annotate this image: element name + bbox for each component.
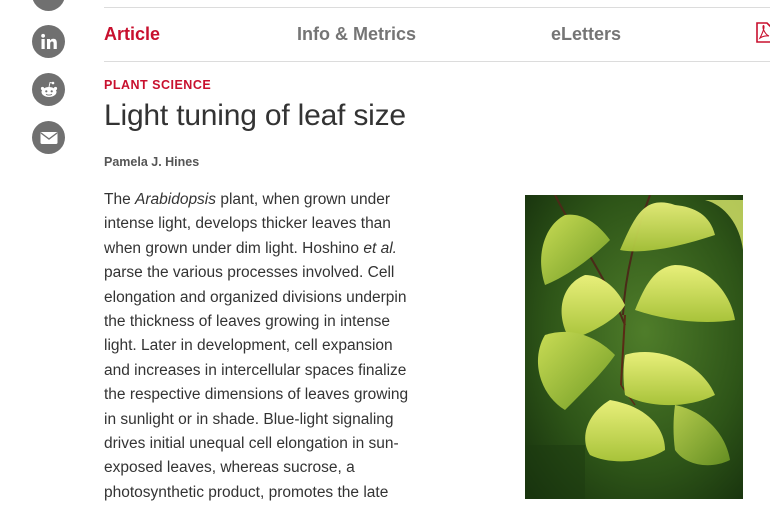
ginkgo-leaves-image[interactable] — [525, 195, 743, 499]
body-line: The Arabidopsis plant, when grown under — [104, 188, 424, 212]
share-button[interactable] — [32, 0, 65, 11]
body-text: drives initial unequal cell elongation i… — [104, 435, 399, 453]
body-line: light. Later in development, cell expans… — [104, 334, 424, 358]
email-icon — [40, 131, 58, 145]
body-line: the respective dimensions of leaves grow… — [104, 383, 424, 407]
italic-text: Arabidopsis — [135, 191, 217, 208]
body-line: elongation and organized divisions under… — [104, 286, 424, 310]
body-line: the thickness of leaves growing in inten… — [104, 310, 424, 334]
body-text: and increases in intercellular spaces fi… — [104, 361, 407, 379]
body-text: plant, when grown under — [216, 191, 391, 208]
reddit-share-button[interactable] — [32, 73, 65, 106]
body-text: exposed leaves, whereas sucrose, a — [104, 459, 355, 477]
body-text: in sunlight or in shade. Blue-light sign… — [104, 410, 394, 428]
article-body: The Arabidopsis plant, when grown under i… — [104, 188, 424, 505]
linkedin-icon — [40, 33, 58, 51]
body-text: The — [104, 191, 136, 208]
tab-info-metrics[interactable]: Info & Metrics — [297, 24, 416, 45]
body-text: parse the various processes involved. Ce… — [104, 264, 395, 282]
body-text: elongation and organized divisions under… — [104, 288, 407, 306]
tab-eletters[interactable]: eLetters — [551, 24, 621, 45]
body-text: photosynthetic product, promotes the lat… — [104, 483, 389, 501]
body-line: in sunlight or in shade. Blue-light sign… — [104, 408, 424, 432]
italic-text: et al. — [363, 239, 397, 257]
article-title: Light tuning of leaf size — [104, 99, 406, 132]
tab-article[interactable]: Article — [104, 24, 160, 45]
body-text: intense light, develops thicker leaves t… — [104, 215, 391, 233]
pdf-icon[interactable] — [756, 22, 770, 48]
linkedin-share-button[interactable] — [32, 25, 65, 58]
reddit-icon — [39, 81, 59, 99]
body-text: when grown under dim light. Hoshino — [104, 239, 364, 257]
body-text: light. Later in development, cell expans… — [104, 337, 393, 355]
body-line: exposed leaves, whereas sucrose, a — [104, 456, 424, 480]
email-share-button[interactable] — [32, 121, 65, 154]
author-name[interactable]: Pamela J. Hines — [104, 155, 199, 169]
section-label: PLANT SCIENCE — [104, 78, 212, 92]
body-text: the thickness of leaves growing in inten… — [104, 313, 391, 331]
body-line: and increases in intercellular spaces fi… — [104, 359, 424, 383]
body-line: parse the various processes involved. Ce… — [104, 261, 424, 285]
body-line: when grown under dim light. Hoshino et a… — [104, 237, 424, 261]
body-line: drives initial unequal cell elongation i… — [104, 432, 424, 456]
article-tabs: Article Info & Metrics eLetters — [104, 7, 770, 62]
body-line: intense light, develops thicker leaves t… — [104, 212, 424, 236]
body-text: the respective dimensions of leaves grow… — [104, 386, 409, 404]
body-line: photosynthetic product, promotes the lat… — [104, 481, 424, 505]
